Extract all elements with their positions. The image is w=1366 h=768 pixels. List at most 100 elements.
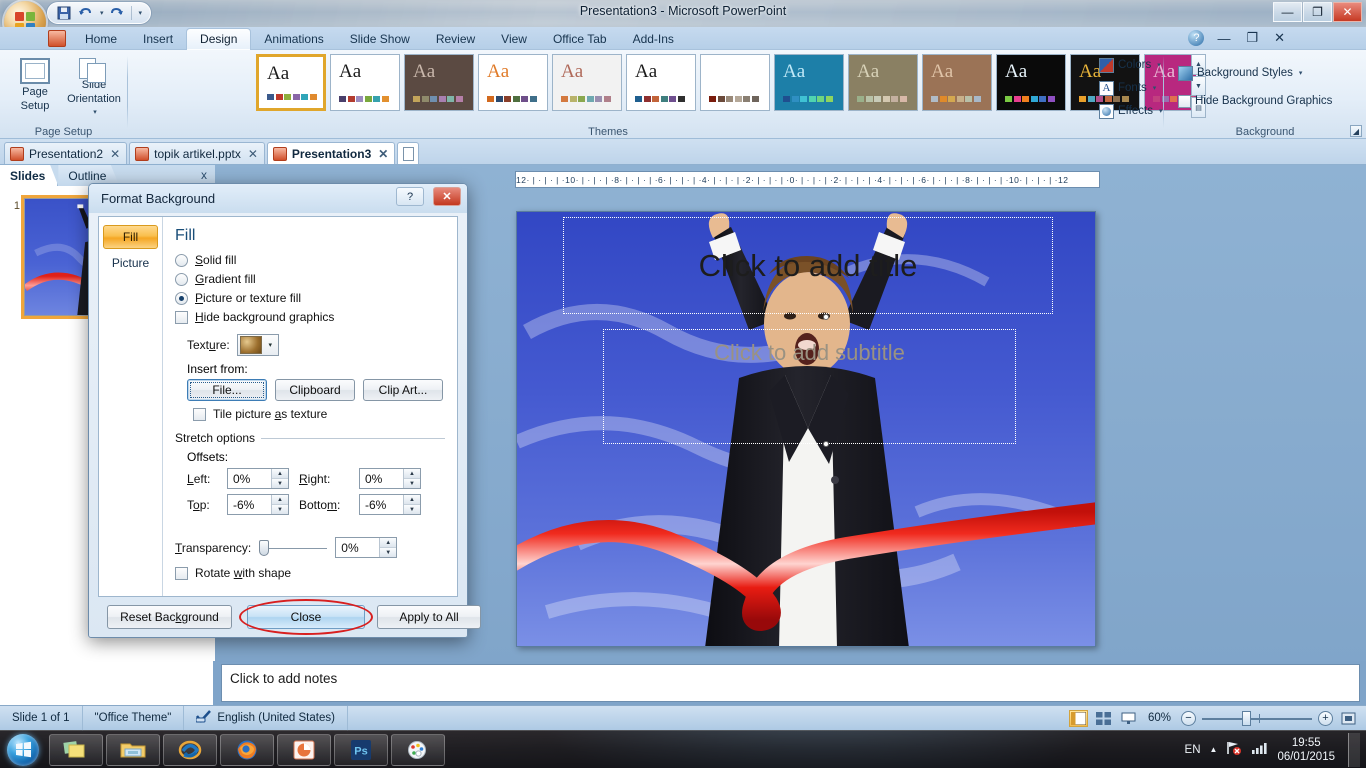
theme-thumb-metro[interactable]: Aa	[922, 54, 992, 111]
theme-thumb-apex[interactable]: Aa	[330, 54, 400, 111]
undo-icon[interactable]	[76, 4, 95, 22]
minimize-document-button[interactable]: —	[1214, 31, 1233, 46]
ribbon-tab-view[interactable]: View	[488, 27, 540, 50]
dialog-nav-picture[interactable]: Picture	[103, 251, 158, 275]
hide-background-graphics-checkbox[interactable]: Hide Background Graphics	[1172, 90, 1338, 112]
insert-from-clipart-button[interactable]: Clip Art...	[363, 379, 443, 401]
title-placeholder-box[interactable]: Click to add title	[563, 217, 1053, 314]
dialog-close-button[interactable]: ✕	[433, 187, 461, 206]
offset-left-down-icon[interactable]: ▼	[272, 479, 288, 488]
slide-orientation-button[interactable]: Slide Orientation ▾	[62, 54, 126, 120]
zoom-slider-knob[interactable]	[1241, 711, 1251, 726]
theme-thumb-flow[interactable]: Aa	[700, 54, 770, 111]
slideshow-view-button[interactable]	[1119, 710, 1138, 727]
taskbar-explorer-button[interactable]	[106, 733, 160, 766]
texture-picker-button[interactable]: ▾	[236, 334, 279, 356]
slide-orientation-caret-icon[interactable]: ▾	[93, 109, 97, 116]
theme-thumb-aspect[interactable]: Aa	[404, 54, 474, 111]
background-styles-caret-icon[interactable]: ▾	[1299, 69, 1303, 77]
theme-fonts-button[interactable]: A Fonts ▾	[1093, 77, 1162, 99]
gradient-fill-radio[interactable]	[175, 272, 188, 286]
document-tab-3[interactable]: Presentation3 ✕	[266, 142, 396, 164]
dialog-help-button[interactable]: ?	[396, 187, 424, 206]
theme-colors-caret-icon[interactable]: ▾	[1157, 61, 1161, 69]
rotate-with-shape-option[interactable]: Rotate with shape	[175, 566, 445, 580]
page-setup-button[interactable]: Page Setup	[4, 54, 66, 120]
panel-tab-slides[interactable]: Slides	[0, 165, 59, 186]
notes-input[interactable]: Click to add notes	[221, 664, 1360, 702]
picture-or-texture-fill-option[interactable]: Picture or texture fill	[175, 291, 445, 305]
taskbar-paint-button[interactable]	[391, 733, 445, 766]
transparency-arrows[interactable]: ▲ ▼	[379, 538, 397, 557]
zoom-slider[interactable]	[1202, 711, 1312, 726]
ribbon-tab-design[interactable]: Design	[186, 28, 252, 50]
close-dialog-button[interactable]: Close	[247, 605, 365, 629]
offset-left-arrows[interactable]: ▲ ▼	[271, 469, 288, 488]
offset-left-input[interactable]	[228, 469, 271, 488]
close-document-button[interactable]: ✕	[1271, 30, 1288, 46]
selection-handle-top[interactable]	[823, 314, 829, 320]
transparency-slider[interactable]	[259, 539, 328, 556]
show-desktop-button[interactable]	[1348, 732, 1360, 767]
taskbar-peek-button[interactable]	[49, 733, 103, 766]
ribbon-tab-office-tab[interactable]: Office Tab	[540, 27, 620, 50]
offset-top-arrows[interactable]: ▲ ▼	[271, 495, 288, 514]
theme-thumb-median[interactable]: Aa	[848, 54, 918, 111]
ribbon-tab-add-ins[interactable]: Add-Ins	[620, 27, 687, 50]
minimize-button[interactable]: —	[1273, 2, 1302, 22]
offset-top-input[interactable]	[228, 495, 271, 514]
tray-clock[interactable]: 19:55 06/01/2015	[1277, 736, 1335, 764]
selection-handle-bottom[interactable]	[823, 441, 829, 447]
picture-or-texture-fill-radio[interactable]	[175, 291, 188, 305]
close-button[interactable]: ✕	[1333, 2, 1362, 22]
tray-language-label[interactable]: EN	[1185, 744, 1201, 756]
texture-caret-icon[interactable]: ▾	[263, 341, 278, 349]
hide-background-graphics-checkbox-box[interactable]	[1178, 94, 1191, 108]
transparency-down-icon[interactable]: ▼	[380, 548, 397, 557]
slide-canvas[interactable]: Click to add title Click to add subtitle	[516, 211, 1096, 647]
ribbon-tab-home[interactable]: Home	[72, 27, 130, 50]
new-document-tab-button[interactable]	[397, 142, 420, 164]
taskbar-photoshop-button[interactable]: Ps	[334, 733, 388, 766]
document-tab-close-icon[interactable]: ✕	[378, 147, 388, 161]
dialog-nav-fill[interactable]: Fill	[103, 225, 158, 249]
background-styles-button[interactable]: Background Styles ▾	[1172, 62, 1308, 84]
theme-thumb-equity[interactable]: Aa	[626, 54, 696, 111]
start-button[interactable]	[0, 732, 46, 768]
offset-left-stepper[interactable]: ▲▼	[227, 468, 289, 489]
solid-fill-radio[interactable]	[175, 253, 188, 267]
insert-from-clipboard-button[interactable]: Clipboard	[275, 379, 355, 401]
apply-to-all-button[interactable]: Apply to All	[377, 605, 481, 629]
hide-background-graphics-option[interactable]: Hide background graphics	[175, 310, 445, 324]
taskbar-internet-explorer-button[interactable]	[163, 733, 217, 766]
ribbon-tab-slide-show[interactable]: Slide Show	[337, 27, 423, 50]
offset-left-up-icon[interactable]: ▲	[272, 469, 288, 479]
offset-right-up-icon[interactable]: ▲	[404, 469, 420, 479]
offset-top-down-icon[interactable]: ▼	[272, 505, 288, 514]
language-status[interactable]: English (United States)	[184, 705, 348, 731]
tile-picture-option[interactable]: Tile picture as texture	[193, 407, 445, 421]
theme-thumb-civic[interactable]: Aa	[478, 54, 548, 111]
hide-background-graphics-checkbox-dialog[interactable]	[175, 310, 188, 324]
offset-right-down-icon[interactable]: ▼	[404, 479, 420, 488]
offset-bottom-input[interactable]	[360, 495, 403, 514]
restore-document-button[interactable]: ❐	[1243, 30, 1261, 46]
theme-thumb-module[interactable]: Aa	[996, 54, 1066, 111]
theme-thumb-office-theme[interactable]: Aa	[256, 54, 326, 111]
transparency-stepper[interactable]: ▲▼	[335, 537, 398, 558]
insert-from-file-button[interactable]: File...	[187, 379, 267, 401]
theme-thumb-foundry[interactable]: Aa	[774, 54, 844, 111]
taskbar-powerpoint-button[interactable]	[277, 733, 331, 766]
document-tab-close-icon[interactable]: ✕	[110, 147, 120, 161]
document-tab-2[interactable]: topik artikel.pptx ✕	[129, 142, 265, 164]
close-slides-panel-button[interactable]: x	[201, 168, 207, 182]
undo-dropdown-caret-icon[interactable]: ▾	[100, 9, 104, 17]
tray-volume-icon[interactable]	[1251, 741, 1268, 758]
offset-right-arrows[interactable]: ▲ ▼	[403, 469, 420, 488]
document-tab-close-icon[interactable]: ✕	[248, 147, 258, 161]
gradient-fill-option[interactable]: Gradient fill	[175, 272, 445, 286]
theme-thumb-concourse[interactable]: Aa	[552, 54, 622, 111]
offset-right-input[interactable]	[360, 469, 403, 488]
offset-bottom-up-icon[interactable]: ▲	[404, 495, 420, 505]
transparency-input[interactable]	[336, 538, 380, 557]
